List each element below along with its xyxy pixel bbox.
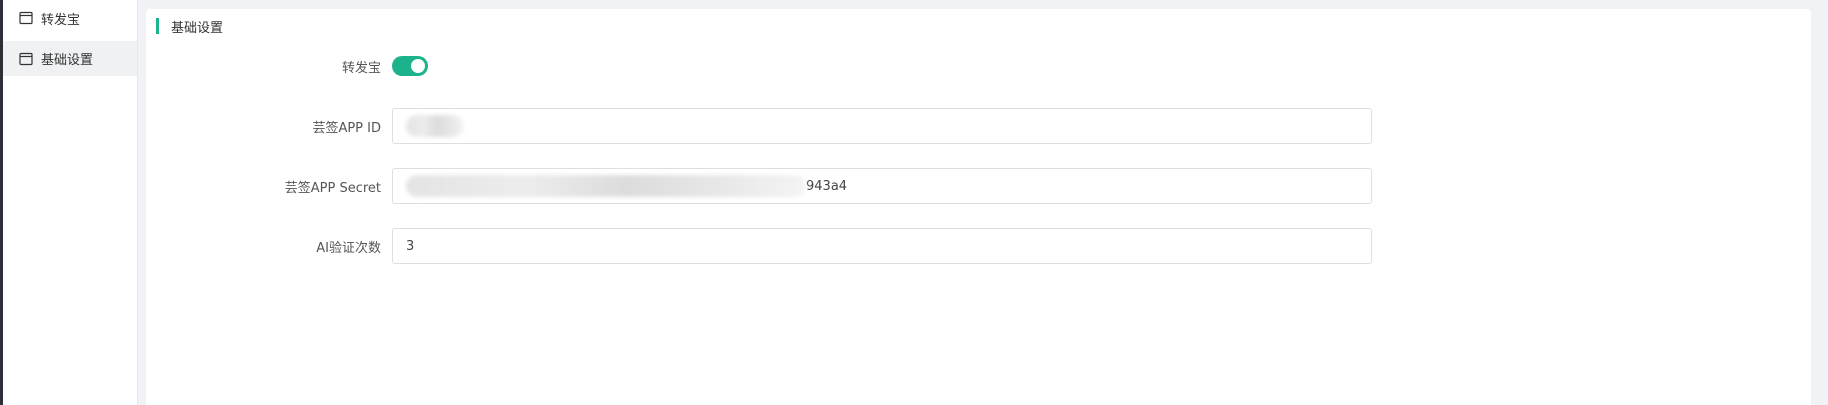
form-row-ai-verify: AI验证次数 3 xyxy=(146,228,1372,264)
title-accent-bar xyxy=(156,18,159,34)
redacted-value xyxy=(406,175,806,197)
sidebar-item-basic-settings[interactable]: 基础设置 xyxy=(3,41,137,76)
ai-verify-label: AI验证次数 xyxy=(316,240,381,256)
ai-verify-count-value: 3 xyxy=(406,238,415,254)
form-row-app-secret: 芸签APP Secret 943a4 xyxy=(146,168,1372,204)
redacted-value xyxy=(406,115,464,137)
sidebar: 转发宝 基础设置 xyxy=(3,0,138,405)
scrollbar-track[interactable] xyxy=(1811,0,1828,405)
app-secret-visible-suffix: 943a4 xyxy=(806,178,848,194)
sidebar-item-label: 转发宝 xyxy=(41,12,81,28)
switch-knob xyxy=(411,59,425,73)
app-secret-field[interactable]: 943a4 xyxy=(392,168,1372,204)
app-id-label: 芸签APP ID xyxy=(312,120,381,136)
form-row-toggle: 转发宝 xyxy=(146,56,428,76)
app-frame: 转发宝 基础设置 基础设置 转发宝 芸签APP ID 芸签APP Secret … xyxy=(0,0,1828,405)
card-title-text: 基础设置 xyxy=(171,20,224,36)
settings-card: 基础设置 转发宝 芸签APP ID 芸签APP Secret 943a4 AI验… xyxy=(146,9,1811,405)
window-icon xyxy=(19,11,33,25)
sidebar-item-forward[interactable]: 转发宝 xyxy=(3,0,137,36)
form-row-app-id: 芸签APP ID xyxy=(146,108,1372,144)
app-id-field[interactable] xyxy=(392,108,1372,144)
app-secret-label: 芸签APP Secret xyxy=(284,180,381,196)
toggle-label: 转发宝 xyxy=(341,60,381,76)
forward-toggle-switch[interactable] xyxy=(392,56,428,76)
ai-verify-count-field[interactable]: 3 xyxy=(392,228,1372,264)
window-icon xyxy=(19,52,33,66)
sidebar-item-label: 基础设置 xyxy=(41,53,94,68)
card-title: 基础设置 xyxy=(156,18,224,36)
